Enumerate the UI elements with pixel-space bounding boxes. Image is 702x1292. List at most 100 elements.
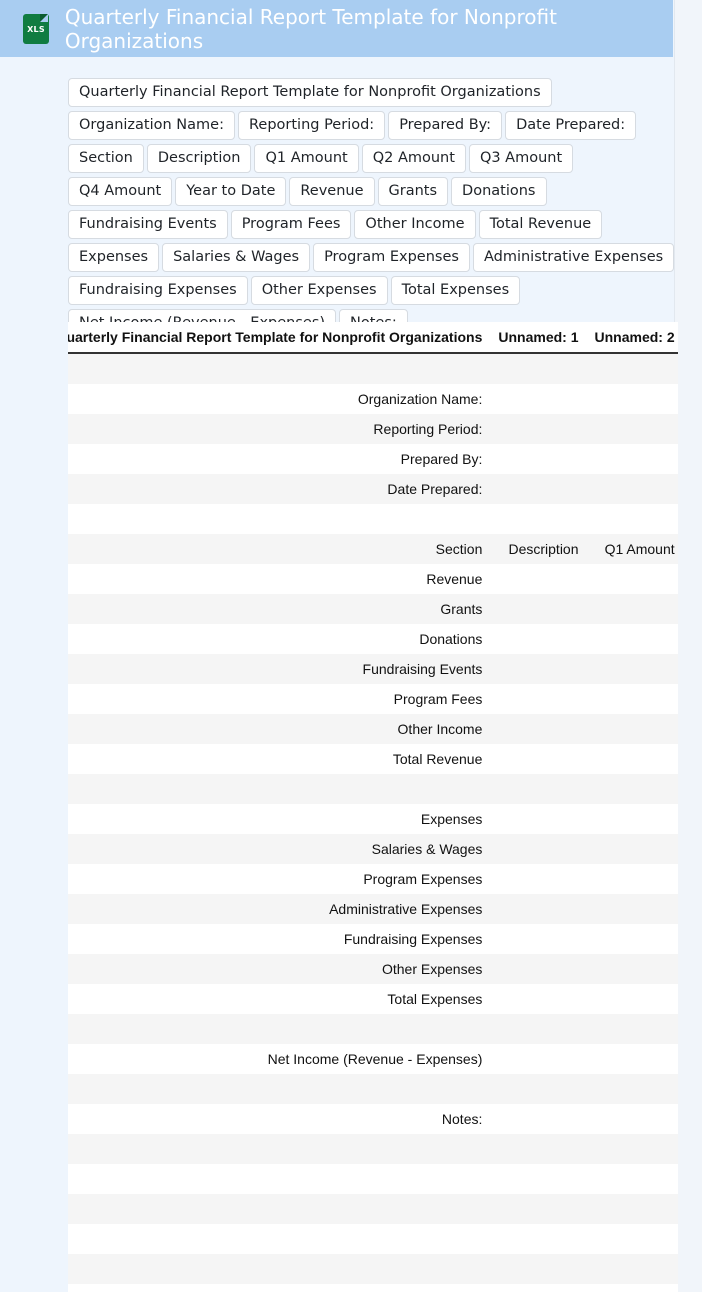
table-cell	[68, 1014, 491, 1044]
xls-file-icon: XLS	[23, 13, 49, 44]
table-cell: Salaries & Wages	[68, 834, 491, 864]
column-chip[interactable]: Program Fees	[230, 210, 352, 239]
table-cell: Total Revenue	[68, 744, 491, 774]
column-chip[interactable]: Fundraising Events	[68, 210, 228, 239]
table-cell: Fundraising Expenses	[68, 924, 491, 954]
table-cell: Organization Name:	[68, 384, 491, 414]
table-cell	[68, 1164, 491, 1194]
table-row: 19Fundraising Expenses	[68, 924, 678, 954]
table-cell	[586, 864, 678, 894]
table-cell	[68, 774, 491, 804]
table-row: 29	[68, 1224, 678, 1254]
table-cell: Program Fees	[68, 684, 491, 714]
column-chip[interactable]: Revenue	[289, 177, 375, 206]
column-chip[interactable]: Description	[146, 144, 252, 173]
table-cell: Total Expenses	[68, 984, 491, 1014]
column-chip[interactable]: Other Income	[354, 210, 476, 239]
table-cell: Donations	[68, 624, 491, 654]
table-row: 3Prepared By:	[68, 444, 678, 474]
table-cell	[586, 444, 678, 474]
table-cell	[490, 1194, 587, 1224]
table-cell	[490, 834, 587, 864]
table-row: 21Total Expenses	[68, 984, 678, 1014]
table-row: 8Grants	[68, 594, 678, 624]
table-cell	[490, 384, 587, 414]
table-cell	[68, 353, 491, 384]
table-cell: Program Expenses	[68, 864, 491, 894]
column-chip[interactable]: Quarterly Financial Report Template for …	[68, 78, 552, 107]
spreadsheet-preview: Quarterly Financial Report Template for …	[68, 322, 678, 1292]
table-cell	[586, 924, 678, 954]
table-cell	[586, 594, 678, 624]
table-row: 31	[68, 1284, 678, 1292]
column-chip[interactable]: Year to Date	[175, 177, 287, 206]
table-cell	[490, 804, 587, 834]
column-chip[interactable]: Q2 Amount	[361, 144, 466, 173]
column-chip[interactable]: Prepared By:	[388, 111, 503, 140]
table-row: 1Organization Name:	[68, 384, 678, 414]
table-cell	[490, 1014, 587, 1044]
table-cell	[586, 804, 678, 834]
table-cell	[68, 1074, 491, 1104]
table-cell	[586, 774, 678, 804]
table-cell: Expenses	[68, 804, 491, 834]
table-cell	[490, 504, 587, 534]
column-chip[interactable]: Expenses	[68, 243, 160, 272]
table-cell	[586, 1194, 678, 1224]
table-cell	[490, 684, 587, 714]
column-chip[interactable]: Other Expenses	[250, 276, 388, 305]
column-chip-list: Quarterly Financial Report Template for …	[68, 78, 680, 338]
column-chip[interactable]: Fundraising Expenses	[68, 276, 248, 305]
table-row: 2Reporting Period:	[68, 414, 678, 444]
column-header: Quarterly Financial Report Template for …	[68, 322, 491, 354]
table-cell	[586, 984, 678, 1014]
table-row: 18Administrative Expenses	[68, 894, 678, 924]
column-chip[interactable]: Q1 Amount	[254, 144, 359, 173]
table-cell: Section	[68, 534, 491, 564]
column-chip[interactable]: Donations	[451, 177, 547, 206]
table-cell	[68, 1224, 491, 1254]
table-cell	[586, 684, 678, 714]
table-row: 26	[68, 1134, 678, 1164]
column-chip[interactable]: Grants	[377, 177, 449, 206]
column-chip[interactable]: Organization Name:	[68, 111, 235, 140]
table-cell	[586, 414, 678, 444]
table-cell	[490, 353, 587, 384]
table-cell	[490, 414, 587, 444]
column-chip[interactable]: Total Expenses	[390, 276, 521, 305]
table-cell: Reporting Period:	[68, 414, 491, 444]
table-cell	[586, 1224, 678, 1254]
table-cell	[586, 1254, 678, 1284]
column-chip[interactable]: Q3 Amount	[468, 144, 574, 173]
table-cell: Net Income (Revenue - Expenses)	[68, 1044, 491, 1074]
table-cell	[586, 1074, 678, 1104]
column-chip[interactable]: Salaries & Wages	[162, 243, 311, 272]
column-chip[interactable]: Section	[68, 144, 144, 173]
table-cell	[586, 1164, 678, 1194]
table-row: 5	[68, 504, 678, 534]
column-chip[interactable]: Date Prepared:	[505, 111, 637, 140]
table-cell	[490, 1074, 587, 1104]
column-chip[interactable]: Total Revenue	[478, 210, 603, 239]
table-cell	[586, 744, 678, 774]
table-cell	[586, 624, 678, 654]
table-cell	[490, 894, 587, 924]
table-cell: Prepared By:	[68, 444, 491, 474]
table-row: 27	[68, 1164, 678, 1194]
table-cell	[68, 1254, 491, 1284]
table-cell: Description	[490, 534, 587, 564]
table-row: 20Other Expenses	[68, 954, 678, 984]
column-chip[interactable]: Administrative Expenses	[472, 243, 675, 272]
column-chip[interactable]: Program Expenses	[313, 243, 470, 272]
table-row: 7Revenue	[68, 564, 678, 594]
table-row: 10Fundraising Events	[68, 654, 678, 684]
table-cell	[490, 954, 587, 984]
table-row: 11Program Fees	[68, 684, 678, 714]
table-cell	[586, 1044, 678, 1074]
table-cell	[490, 654, 587, 684]
column-chip[interactable]: Reporting Period:	[237, 111, 386, 140]
table-row: 22	[68, 1014, 678, 1044]
column-chip[interactable]: Q4 Amount	[68, 177, 173, 206]
table-row: 9Donations	[68, 624, 678, 654]
table-row: 16Salaries & Wages	[68, 834, 678, 864]
